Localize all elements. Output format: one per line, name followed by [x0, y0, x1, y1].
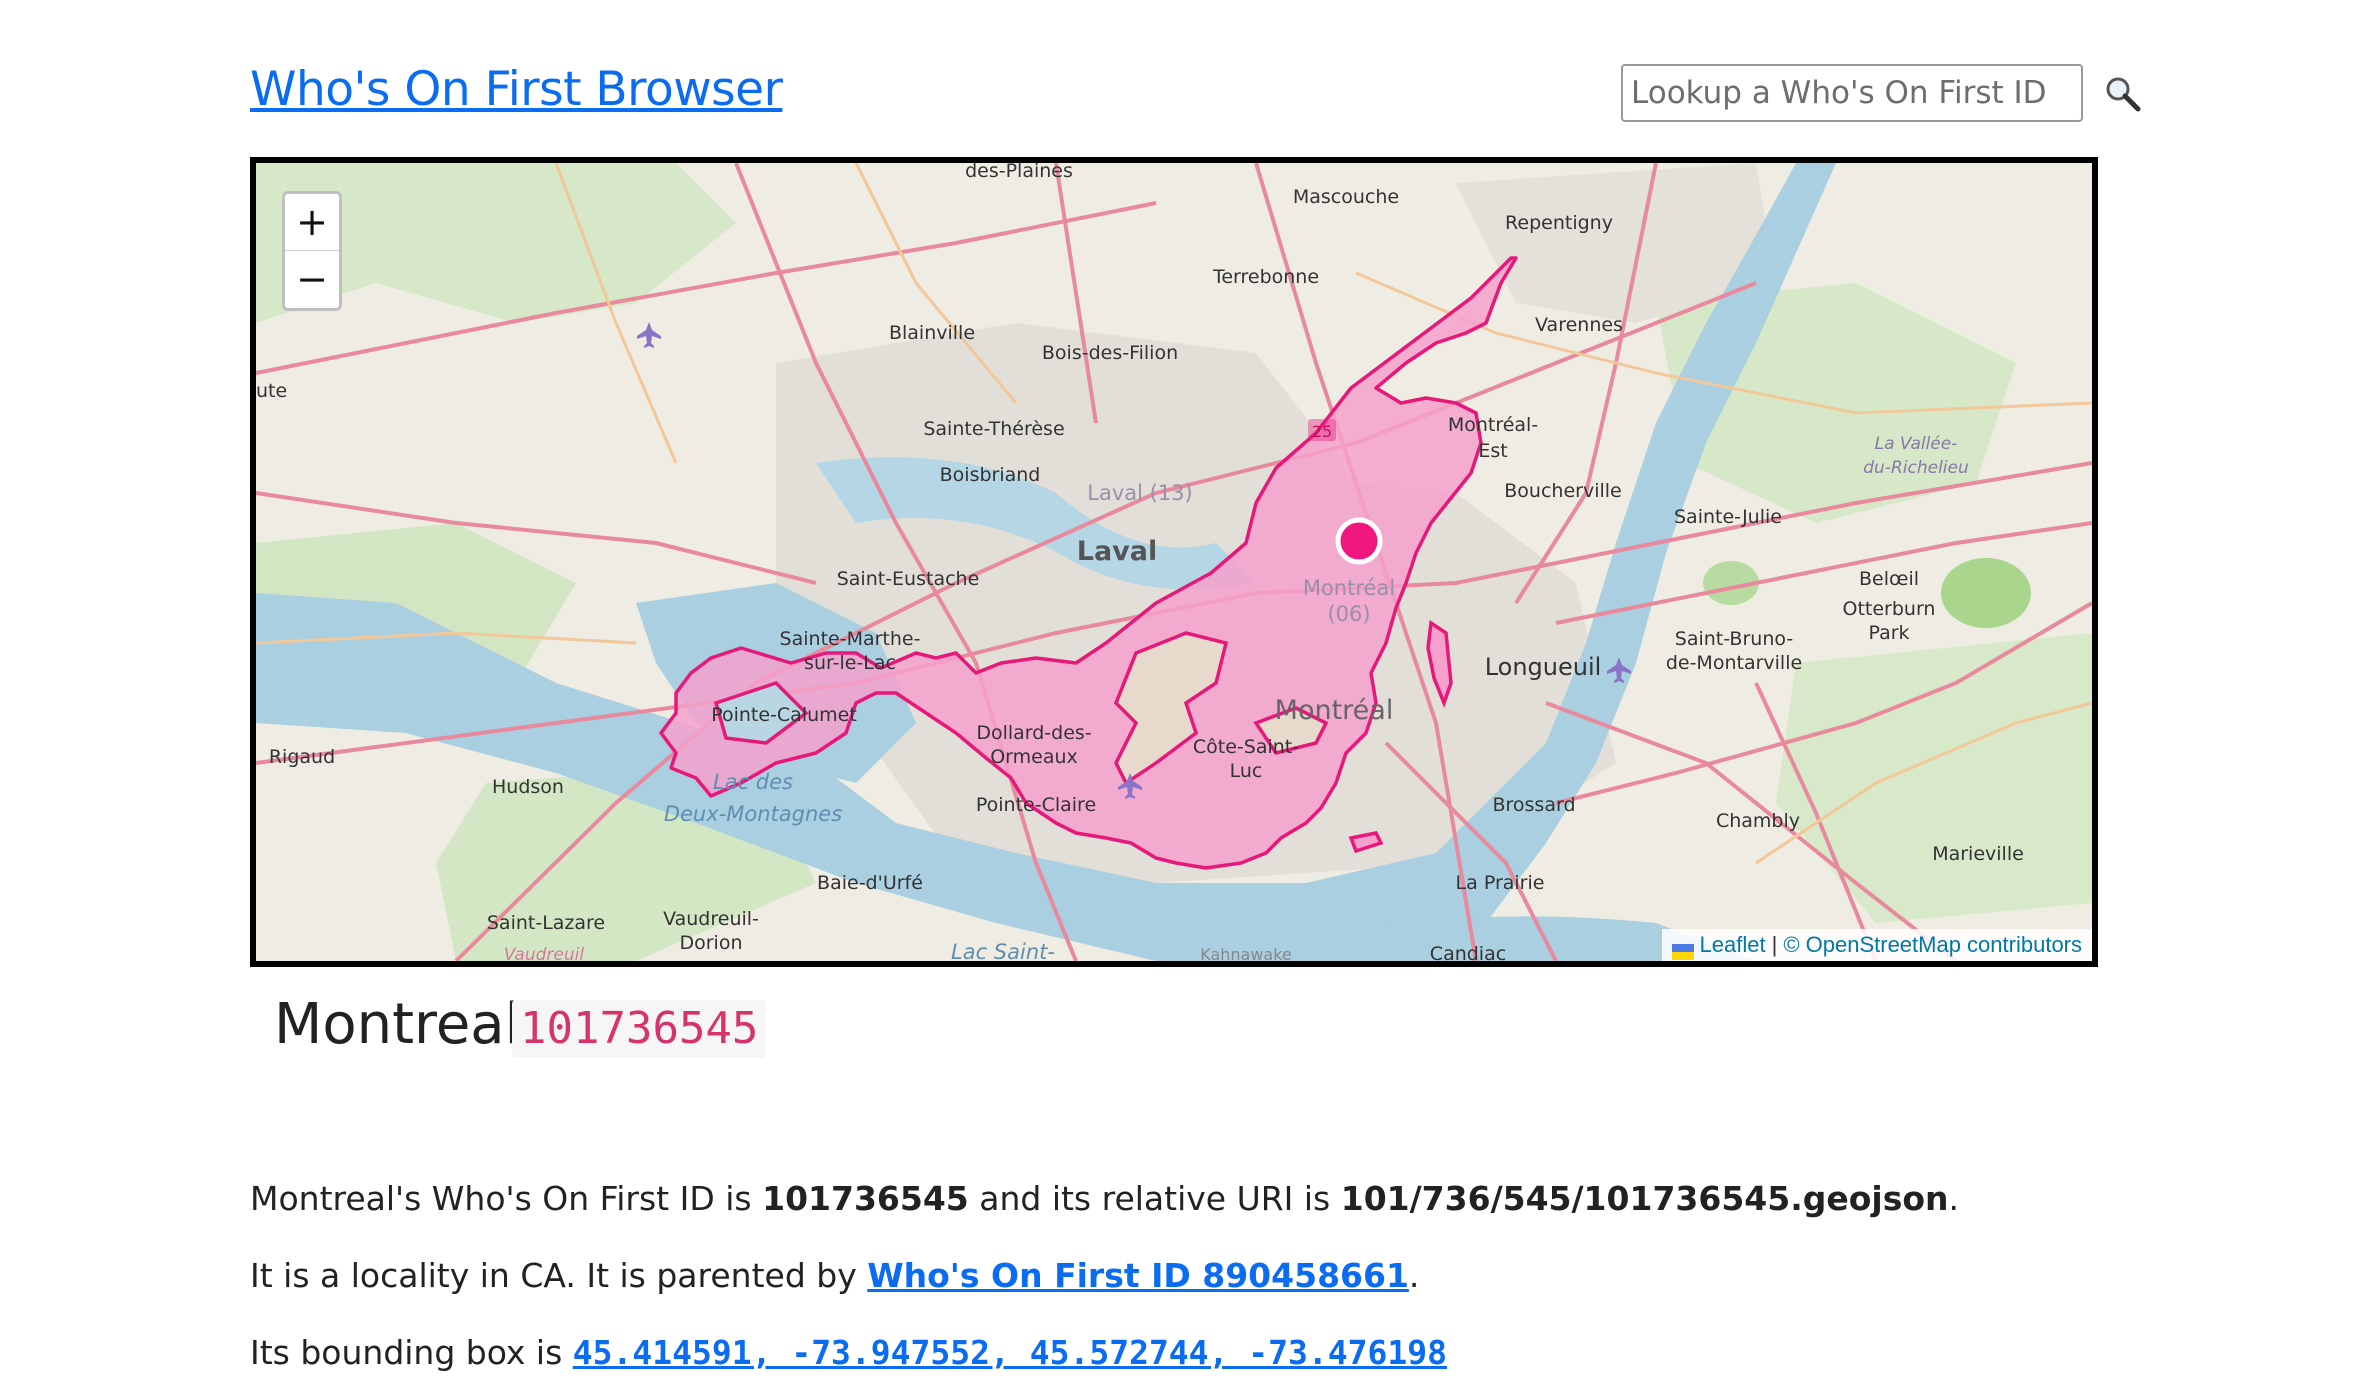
map-label: Sainte-Marthe- [780, 628, 921, 650]
map-label: Ormeaux [990, 746, 1078, 768]
map-label: La Prairie [1456, 872, 1545, 894]
map-label: Sainte-Thérèse [923, 418, 1064, 440]
zoom-out-button[interactable]: − [285, 251, 339, 308]
map-label: Pointe-Claire [976, 794, 1096, 816]
map-label: Bois-des-Filion [1042, 342, 1178, 364]
map-label: Blainville [889, 322, 975, 344]
ukraine-flag-icon [1671, 937, 1694, 960]
map-label: Saint-Eustache [837, 568, 980, 590]
map-label: Mascouche [1293, 186, 1399, 208]
parent-id-link[interactable]: Who's On First ID 890458661 [867, 1256, 1409, 1295]
route-shield-label: 25 [1312, 422, 1332, 441]
map-label: Terrebonne [1212, 266, 1319, 288]
map-label: Saint-Bruno- [1675, 628, 1793, 650]
map-label: sur-le-Lac [804, 652, 896, 674]
map-label: Montréal [1275, 695, 1394, 726]
map-label: Montréal [1303, 576, 1395, 600]
map-label: Est [1478, 440, 1507, 462]
map-tiles[interactable]: des-Plaines Mascouche Repentigny Terrebo… [256, 163, 2092, 961]
map-label: Deux-Montagnes [664, 802, 842, 826]
search-form [1621, 64, 2141, 122]
map-label: Hudson [492, 776, 564, 798]
magnifier-icon [2106, 77, 2141, 112]
map-label: Lac des [713, 770, 793, 794]
text: Montreal's Who's On First ID is [250, 1179, 763, 1218]
id-paragraph: Montreal's Who's On First ID is 10173654… [250, 1177, 1959, 1221]
map-label: Candiac [1430, 943, 1506, 961]
zoom-in-button[interactable]: + [285, 194, 339, 251]
map-label: du-Richelieu [1863, 458, 1969, 478]
map-label: Vaudreuil- [663, 908, 759, 930]
map-label: (06) [1327, 602, 1370, 626]
map-label: Rigaud [269, 746, 335, 768]
map[interactable]: des-Plaines Mascouche Repentigny Terrebo… [250, 157, 2098, 967]
map-label: Luc [1230, 760, 1263, 782]
text: and its relative URI is [968, 1179, 1341, 1218]
map-label: Marieville [1932, 843, 2024, 865]
map-label: Brossard [1492, 794, 1575, 816]
map-label: Saint-Lazare [487, 912, 605, 934]
map-label: Chambly [1716, 810, 1800, 832]
map-label: Repentigny [1505, 212, 1613, 234]
bbox-link[interactable]: 45.414591, -73.947552, 45.572744, -73.47… [573, 1333, 1447, 1372]
map-label: Sainte-Julie [1674, 506, 1782, 528]
map-label: Dorion [679, 932, 742, 954]
map-label: Otterburn [1843, 598, 1936, 620]
map-label: Vaudreuil [504, 945, 584, 961]
map-attribution: Leaflet | © OpenStreetMap contributors [1661, 929, 2092, 961]
map-label: Côte-Saint- [1193, 736, 1299, 758]
attribution-separator: | [1771, 932, 1778, 957]
map-label: ute [256, 380, 287, 402]
text: . [1408, 1256, 1420, 1295]
map-label: Kahnawake [1200, 945, 1292, 961]
map-label: Pointe-Calumet [711, 704, 857, 726]
relative-uri-value: 101/736/545/101736545.geojson [1340, 1179, 1949, 1218]
place-name-heading: Montreal [274, 992, 521, 1057]
leaflet-link[interactable]: Leaflet [1700, 929, 1766, 961]
map-label: Laval [1077, 536, 1158, 567]
map-label: Montréal- [1448, 414, 1538, 436]
place-marker[interactable] [1335, 517, 1383, 565]
map-label: des-Plaines [965, 163, 1073, 182]
map-label: Laval (13) [1087, 481, 1192, 505]
place-id-code: 101736545 [512, 1000, 767, 1058]
map-label: Dollard-des- [976, 722, 1091, 744]
map-label: Lac Saint- [951, 940, 1055, 961]
map-label: Varennes [1535, 314, 1623, 336]
osm-link[interactable]: © OpenStreetMap contributors [1783, 929, 2082, 961]
text: It is a locality in CA. It is parented b… [250, 1256, 868, 1295]
map-label: Baie-d'Urfé [817, 872, 923, 894]
wof-id-value: 101736545 [762, 1179, 969, 1218]
map-label: Boucherville [1504, 480, 1621, 502]
site-title-link[interactable]: Who's On First Browser [250, 60, 783, 120]
bbox-paragraph: Its bounding box is 45.414591, -73.94755… [250, 1331, 1447, 1375]
map-label: Boisbriand [940, 464, 1041, 486]
map-label: La Vallée- [1875, 434, 1958, 454]
search-button[interactable] [2103, 74, 2143, 114]
parent-paragraph: It is a locality in CA. It is parented b… [250, 1254, 1419, 1298]
map-label: Longueuil [1485, 653, 1602, 681]
search-input[interactable] [1621, 64, 2083, 122]
map-label: de-Montarville [1666, 652, 1802, 674]
text: Its bounding box is [250, 1333, 573, 1372]
zoom-control: + − [282, 191, 342, 311]
map-label: Park [1868, 622, 1909, 644]
green-area [1941, 558, 2031, 628]
text: . [1948, 1179, 1960, 1218]
map-label: Belœil [1859, 568, 1919, 590]
